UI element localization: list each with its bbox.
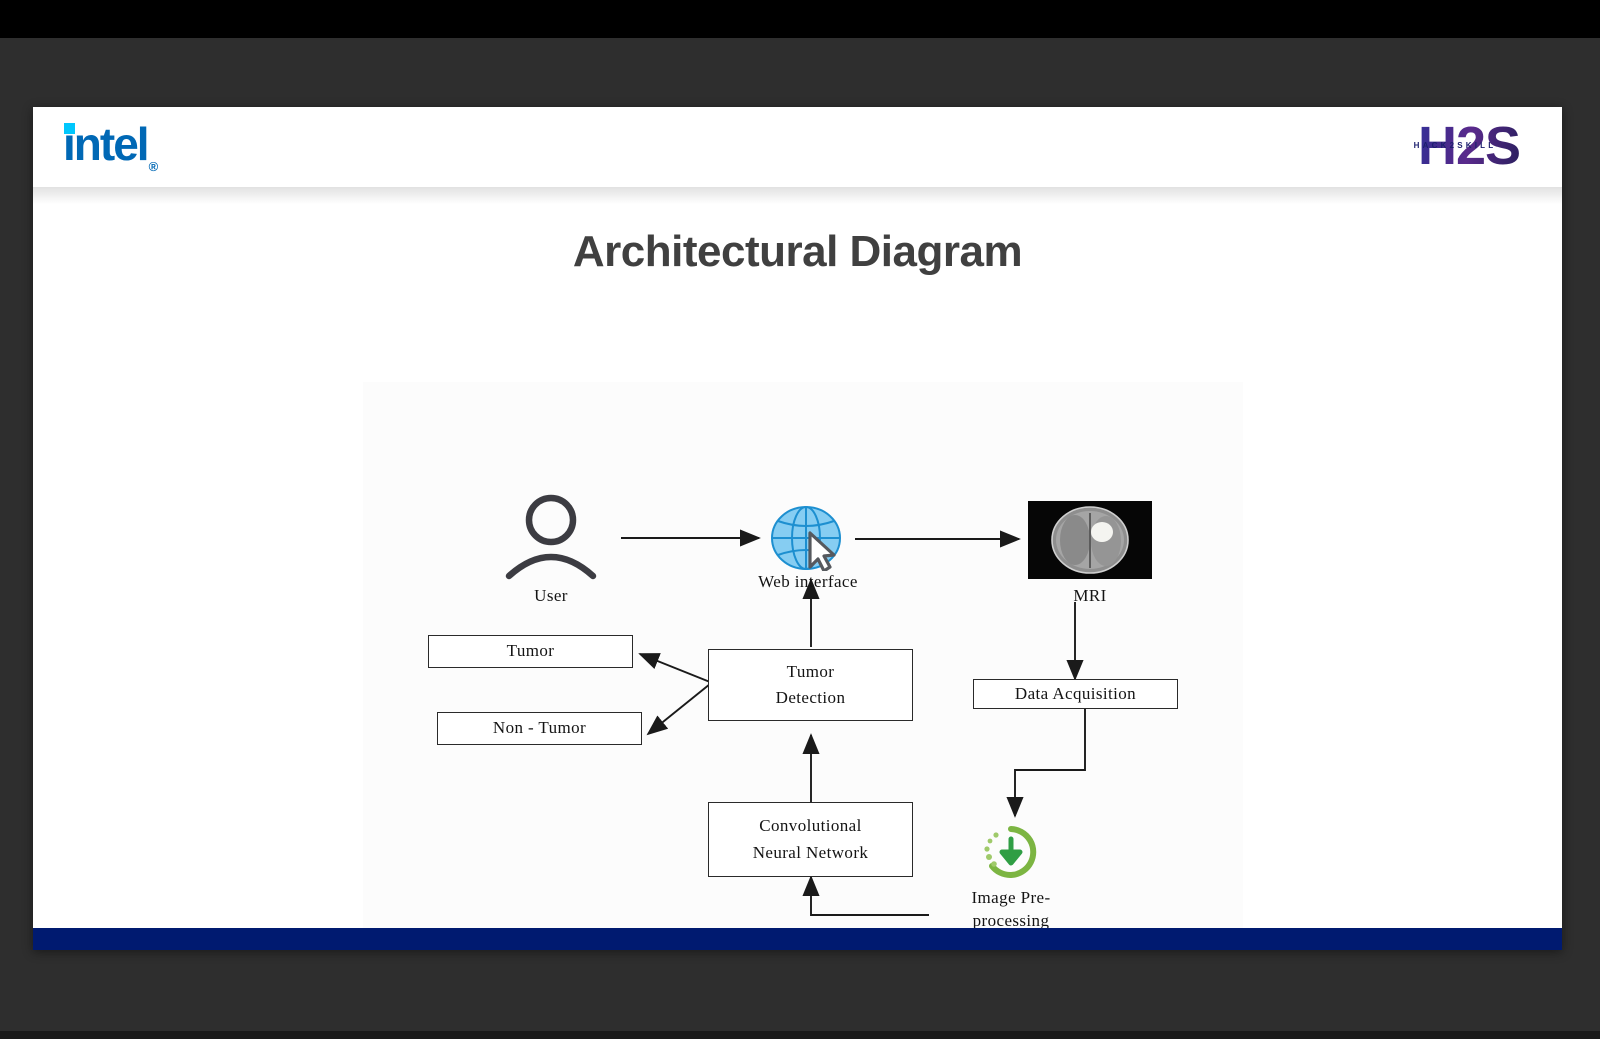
presentation-slide: intel® H2S HACK2SKILL Architectural Diag… (33, 107, 1562, 950)
node-label-tumor: Tumor (506, 641, 555, 661)
node-label-tumor-detection-line2: Detection (775, 688, 846, 707)
node-label-tumor-detection-line1: Tumor (786, 661, 835, 681)
intel-registered-mark: ® (148, 158, 159, 174)
architecture-diagram: User Web interface MRI Data Acquisition … (363, 382, 1243, 942)
node-convolutional-neural-network: Convolutional Neural Network (708, 802, 913, 877)
header-divider-shadow (33, 188, 1562, 204)
node-label-data-acquisition: Data Acquisition (1014, 683, 1137, 703)
user-icon (505, 494, 597, 580)
node-label-mri: MRI (1073, 586, 1107, 605)
node-tumor-detection: Tumor Detection (708, 649, 913, 721)
page-title: Architectural Diagram (572, 227, 1023, 276)
node-label-web-interface: Web interface (758, 572, 858, 591)
h2s-logo: H2S HACK2SKILL (1388, 115, 1521, 177)
viewer-bottom-bar (0, 1031, 1600, 1039)
slide-header: intel® H2S HACK2SKILL (33, 107, 1562, 188)
node-label-image-preprocessing: Image Pre- processing (935, 887, 1087, 933)
intel-logo-label: intel (63, 118, 150, 171)
node-data-acquisition: Data Acquisition (973, 679, 1178, 709)
intel-i-dot (64, 123, 75, 135)
node-label-cnn-line2: Neural Network (752, 842, 869, 862)
edge-preprocessing-to-cnn (802, 875, 929, 916)
node-tumor: Tumor (428, 635, 633, 668)
node-non-tumor: Non - Tumor (437, 712, 642, 745)
node-label-cnn-line1: Convolutional (759, 816, 862, 836)
mri-scan-image (1028, 501, 1152, 579)
node-label-non-tumor: Non - Tumor (492, 718, 587, 738)
slide-footer-bar (33, 928, 1562, 950)
viewer-top-bar (0, 0, 1600, 38)
download-progress-icon (984, 826, 1037, 878)
globe-icon (771, 506, 841, 571)
h2s-tagline-text: HACK2SKILL (1413, 141, 1497, 150)
edge-tumor-detection-to-tumor (638, 653, 711, 683)
node-label-user: User (534, 586, 568, 605)
intel-wordmark-text: intel® (61, 121, 158, 172)
node-label-image-preprocessing-line1: Image Pre- (971, 888, 1051, 907)
edge-data-acquisition-to-preprocessing (1006, 707, 1086, 818)
edge-tumor-detection-to-non-tumor (646, 683, 711, 736)
intel-logo: intel® (61, 121, 158, 173)
